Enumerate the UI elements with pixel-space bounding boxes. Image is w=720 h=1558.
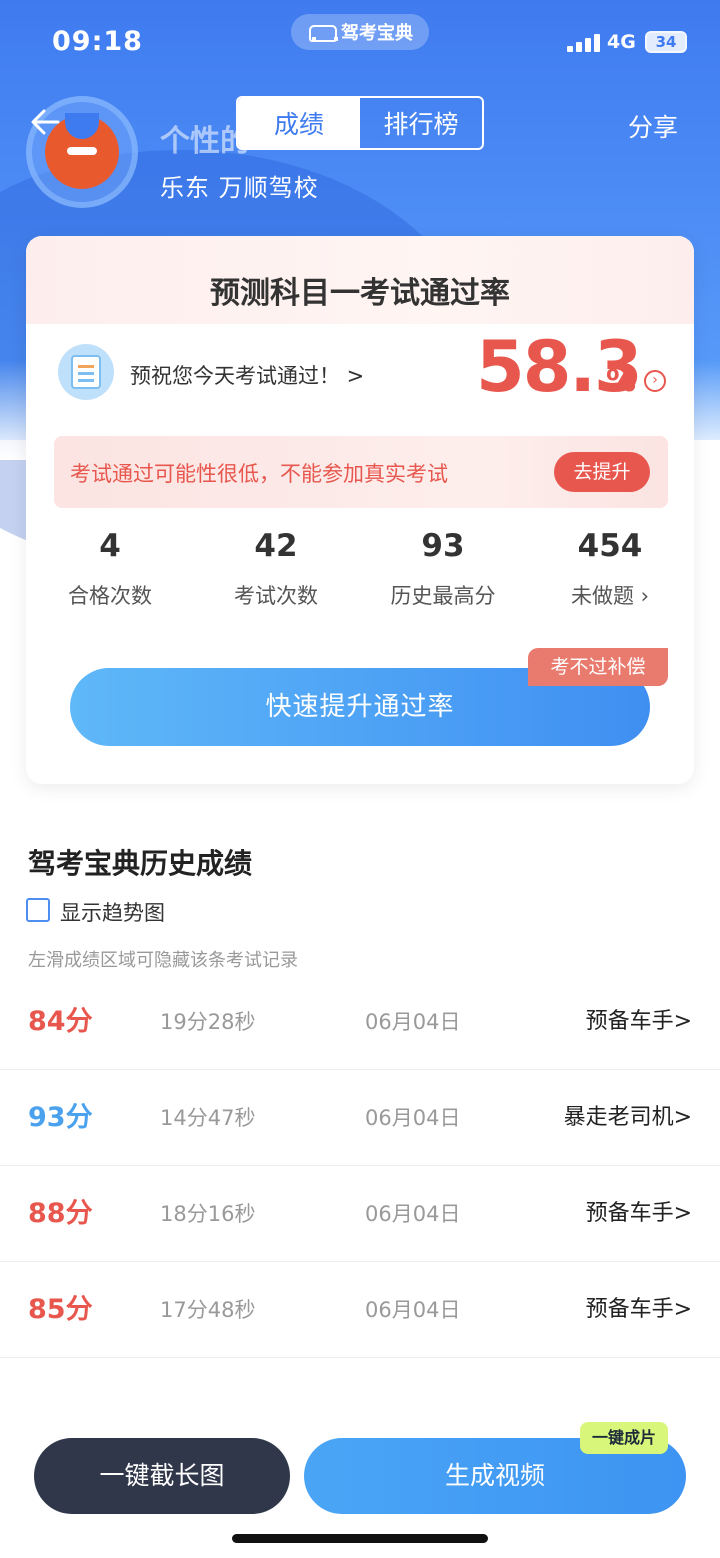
stat-value: 4 [99,528,121,564]
trend-checkbox[interactable] [26,898,50,922]
warning-banner: 考试通过可能性很低，不能参加真实考试 去提升 [54,436,668,508]
back-arrow-icon[interactable] [28,104,64,140]
row-level[interactable]: 预备车手> [586,1166,692,1262]
row-date: 06月04日 [365,1202,461,1226]
car-icon [307,22,338,42]
history-title: 驾考宝典历史成绩 [28,847,253,880]
row-level[interactable]: 暴走老司机> [564,1070,692,1166]
app-name: 驾考宝典 [341,23,413,44]
driving-school: 乐东 万顺驾校 [160,174,319,202]
compensation-badge: 考不过补偿 [528,648,668,686]
home-indicator[interactable] [232,1534,488,1543]
stat-undone-questions[interactable]: 454 未做题 › [526,528,694,610]
row-date: 06月04日 [365,1106,461,1130]
history-row[interactable]: 84分 19分28秒 06月04日 预备车手> [0,974,720,1070]
wish-link[interactable]: 预祝您今天考试通过！ > [130,360,364,390]
tab-score[interactable]: 成绩 [238,98,360,148]
app-name-pill[interactable]: 驾考宝典 [291,14,429,50]
tab-switcher: 成绩 排行榜 [236,96,484,150]
stat-value: 42 [254,528,298,564]
stat-value: 454 [577,528,643,564]
list-fade [0,1372,720,1422]
stat-label: 历史最高分 [390,584,496,608]
row-duration: 18分16秒 [160,1202,256,1226]
share-button[interactable]: 分享 [628,108,678,144]
one-click-badge: 一键成片 [580,1422,668,1454]
row-score: 85分 [28,1294,93,1325]
history-list: 84分 19分28秒 06月04日 预备车手> 93分 14分47秒 06月04… [0,974,720,1358]
long-screenshot-button[interactable]: 一键截长图 [34,1438,290,1514]
stat-pass-count: 4 合格次数 [26,528,194,610]
row-score: 93分 [28,1102,93,1133]
rate-detail-icon[interactable]: › [644,370,666,392]
stat-best-score: 93 历史最高分 [359,528,527,610]
trend-label[interactable]: 显示趋势图 [60,897,165,927]
row-date: 06月04日 [365,1010,461,1034]
row-score: 84分 [28,1006,93,1037]
improve-button[interactable]: 去提升 [554,452,650,492]
row-duration: 17分48秒 [160,1298,256,1322]
status-time: 09:18 [52,26,143,57]
certificate-icon [58,344,114,400]
battery-icon: 34 [645,31,687,53]
history-row[interactable]: 88分 18分16秒 06月04日 预备车手> [0,1166,720,1262]
status-bar: 09:18 驾考宝典 4G 34 [0,0,720,80]
row-date: 06月04日 [365,1298,461,1322]
row-duration: 19分28秒 [160,1010,256,1034]
row-level[interactable]: 预备车手> [586,974,692,1070]
row-duration: 14分47秒 [160,1106,256,1130]
stat-exam-count: 42 考试次数 [192,528,360,610]
stat-label: 未做题 › [570,584,650,608]
stat-label: 合格次数 [68,584,152,608]
history-row[interactable]: 85分 17分48秒 06月04日 预备车手> [0,1262,720,1358]
network-type: 4G [607,31,636,53]
history-row[interactable]: 93分 14分47秒 06月04日 暴走老司机> [0,1070,720,1166]
pass-rate-unit: % [606,364,637,399]
stat-value: 93 [421,528,465,564]
card-title: 预测科目一考试通过率 [210,276,510,311]
tab-ranking[interactable]: 排行榜 [360,98,482,148]
prediction-card: 预测科目一考试通过率 预祝您今天考试通过！ > 58.3 % › 考试通过可能性… [26,236,694,784]
row-score: 88分 [28,1198,93,1229]
row-level[interactable]: 预备车手> [586,1262,692,1358]
warning-text: 考试通过可能性很低，不能参加真实考试 [70,462,448,486]
signal-icon [567,34,601,52]
stat-label: 考试次数 [234,584,318,608]
swipe-hint: 左滑成绩区域可隐藏该条考试记录 [28,950,298,971]
stats-row: 4 合格次数 42 考试次数 93 历史最高分 454 未做题 › [26,528,694,618]
